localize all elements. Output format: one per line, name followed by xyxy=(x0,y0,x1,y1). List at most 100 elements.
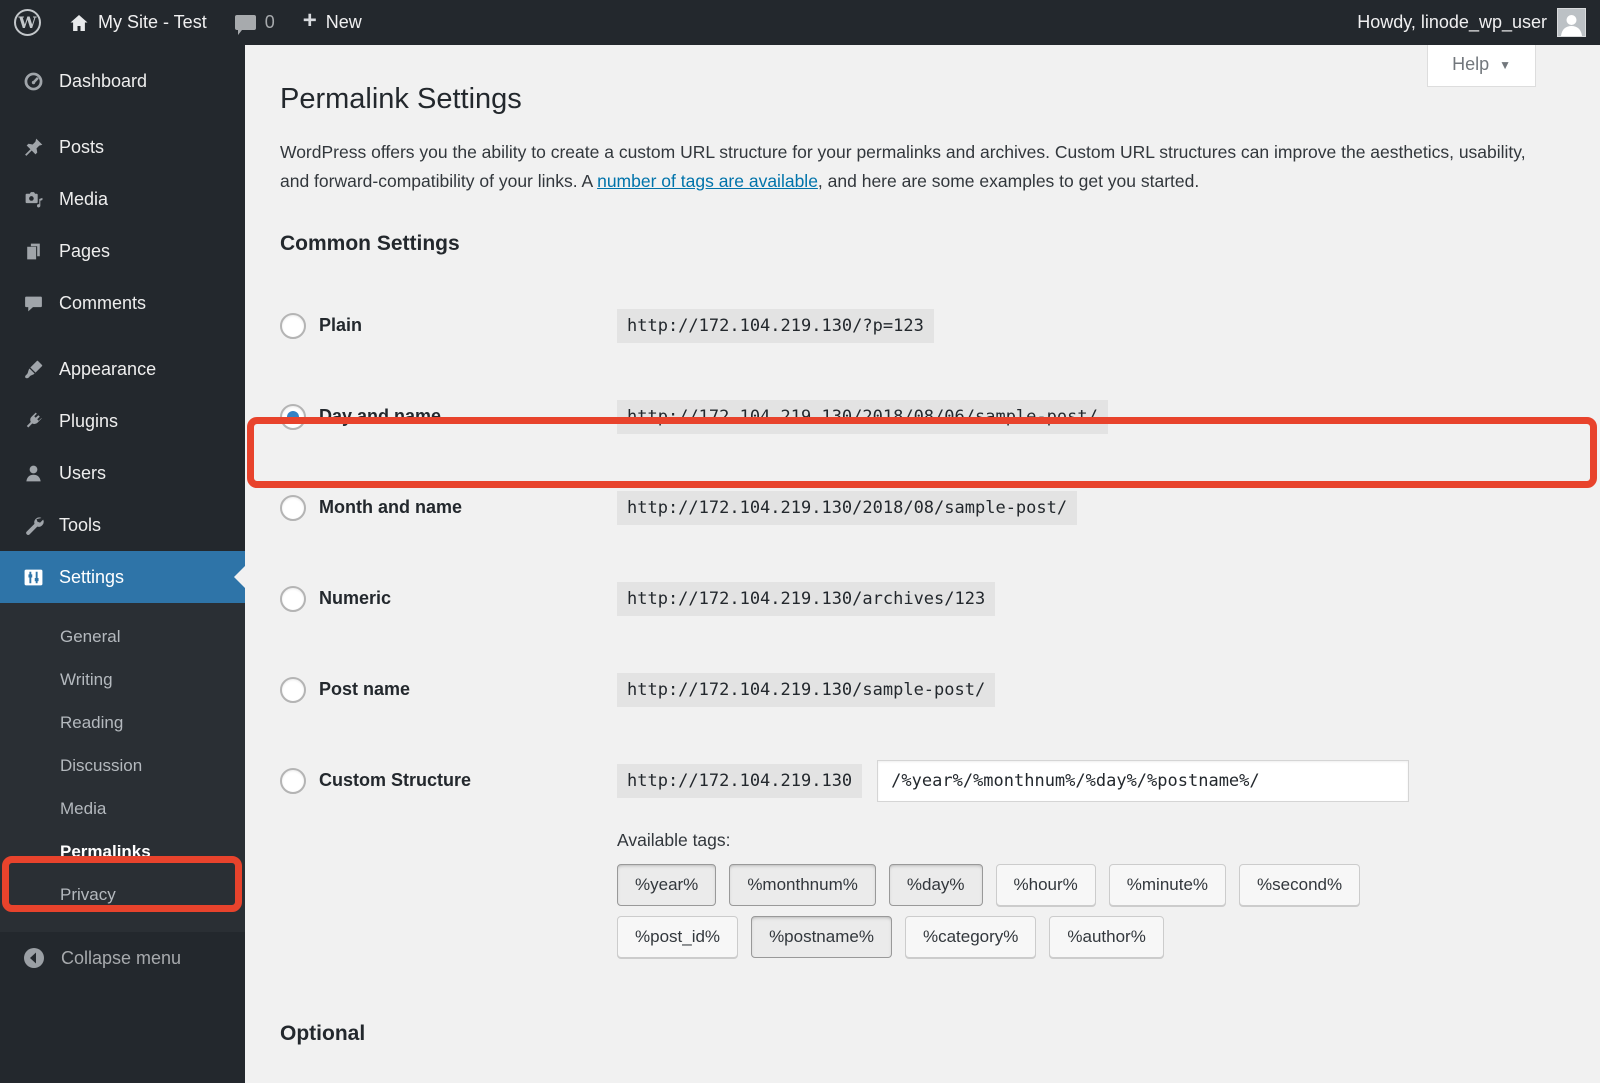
intro-text-post: , and here are some examples to get you … xyxy=(817,171,1200,191)
comment-bubble-icon xyxy=(234,15,256,35)
submenu-item-media[interactable]: Media xyxy=(0,787,245,830)
collapse-arrow-icon xyxy=(22,946,46,970)
collapse-menu-button[interactable]: Collapse menu xyxy=(0,932,245,984)
option-row-month-and-name: Month and name http://172.104.219.130/20… xyxy=(280,462,1576,553)
pages-icon xyxy=(22,241,44,262)
option-label[interactable]: Numeric xyxy=(319,588,391,609)
settings-icon xyxy=(22,567,44,588)
option-row-numeric: Numeric http://172.104.219.130/archives/… xyxy=(280,553,1576,644)
user-avatar[interactable] xyxy=(1557,8,1586,37)
media-icon xyxy=(22,189,44,210)
tags-row-2: %post_id% %postname% %category% %author% xyxy=(617,916,1576,958)
tag-button-post-id[interactable]: %post_id% xyxy=(617,916,739,958)
sidebar-item-posts[interactable]: Posts xyxy=(0,121,245,173)
site-name-label: My Site - Test xyxy=(98,12,207,32)
submenu-item-privacy[interactable]: Privacy xyxy=(0,873,245,916)
plugin-icon xyxy=(22,411,44,432)
submenu-item-writing[interactable]: Writing xyxy=(0,658,245,701)
sidebar-item-comments[interactable]: Comments xyxy=(0,277,245,329)
example-url: http://172.104.219.130/archives/123 xyxy=(617,581,996,616)
help-label: Help xyxy=(1452,54,1490,74)
tag-button-monthnum[interactable]: %monthnum% xyxy=(729,864,876,906)
caret-down-icon: ▼ xyxy=(1499,57,1511,72)
sidebar-item-label: Comments xyxy=(59,292,147,313)
example-url: http://172.104.219.130/?p=123 xyxy=(617,308,934,343)
example-url: http://172.104.219.130/2018/08/06/sample… xyxy=(617,399,1108,434)
admin-bar: W My Site - Test 0 + New Howdy, linode_w… xyxy=(0,0,1600,45)
submenu-item-general[interactable]: General xyxy=(0,615,245,658)
user-icon xyxy=(22,463,44,484)
option-label[interactable]: Day and name xyxy=(319,406,441,427)
sidebar-item-media[interactable]: Media xyxy=(0,173,245,225)
pushpin-icon xyxy=(22,137,44,158)
new-content-menu[interactable]: + New xyxy=(289,0,376,45)
submenu-item-permalinks[interactable]: Permalinks xyxy=(0,830,245,873)
main-content: Help ▼ Permalink Settings WordPress offe… xyxy=(245,45,1600,1083)
wp-logo-menu[interactable]: W xyxy=(0,0,55,45)
radio-custom-structure[interactable] xyxy=(280,767,306,794)
sidebar-item-appearance[interactable]: Appearance xyxy=(0,343,245,395)
comment-count: 0 xyxy=(264,12,275,32)
howdy-label[interactable]: Howdy, linode_wp_user xyxy=(1357,12,1547,33)
sidebar-item-label: Posts xyxy=(59,136,105,157)
option-row-day-and-name: Day and name http://172.104.219.130/2018… xyxy=(280,371,1576,462)
sidebar-item-settings[interactable]: Settings xyxy=(0,551,245,603)
option-row-post-name: Post name http://172.104.219.130/sample-… xyxy=(280,644,1576,735)
available-tags-label: Available tags: xyxy=(617,830,731,850)
settings-submenu: General Writing Reading Discussion Media… xyxy=(0,603,245,932)
sidebar-item-pages[interactable]: Pages xyxy=(0,225,245,277)
option-label[interactable]: Plain xyxy=(319,315,362,336)
radio-plain[interactable] xyxy=(280,312,306,339)
tag-button-hour[interactable]: %hour% xyxy=(995,864,1096,906)
radio-post-name[interactable] xyxy=(280,676,306,703)
sidebar-item-label: Plugins xyxy=(59,410,119,431)
radio-numeric[interactable] xyxy=(280,585,306,612)
tag-button-day[interactable]: %day% xyxy=(888,864,983,906)
site-name-menu[interactable]: My Site - Test xyxy=(55,0,221,45)
sidebar-item-tools[interactable]: Tools xyxy=(0,499,245,551)
option-label[interactable]: Month and name xyxy=(319,497,462,518)
option-row-plain: Plain http://172.104.219.130/?p=123 xyxy=(280,280,1576,371)
option-row-custom-structure: Custom Structure http://172.104.219.130 xyxy=(280,735,1576,826)
comments-menu[interactable]: 0 xyxy=(221,0,289,45)
sidebar-item-label: Users xyxy=(59,462,107,483)
comments-icon xyxy=(22,293,44,314)
tag-button-second[interactable]: %second% xyxy=(1239,864,1361,906)
example-url: http://172.104.219.130/2018/08/sample-po… xyxy=(617,490,1078,525)
tag-button-minute[interactable]: %minute% xyxy=(1108,864,1227,906)
tags-available-link[interactable]: number of tags are available xyxy=(597,171,818,191)
admin-sidebar: Dashboard Posts Media Pages Comments App… xyxy=(0,45,245,1083)
available-tags-section: Available tags: %year% %monthnum% %day% … xyxy=(617,830,1576,958)
sidebar-item-label: Settings xyxy=(59,566,125,587)
tag-button-postname[interactable]: %postname% xyxy=(751,916,892,958)
tag-button-author[interactable]: %author% xyxy=(1049,916,1164,958)
sidebar-item-dashboard[interactable]: Dashboard xyxy=(0,55,245,107)
plus-icon: + xyxy=(302,7,317,34)
submenu-item-reading[interactable]: Reading xyxy=(0,701,245,744)
intro-paragraph: WordPress offers you the ability to crea… xyxy=(280,138,1548,196)
wordpress-logo-icon: W xyxy=(14,9,41,36)
radio-day-and-name[interactable] xyxy=(280,403,306,430)
sidebar-item-plugins[interactable]: Plugins xyxy=(0,395,245,447)
tag-button-category[interactable]: %category% xyxy=(904,916,1037,958)
wrench-icon xyxy=(22,515,44,536)
custom-structure-url-prefix: http://172.104.219.130 xyxy=(617,763,863,798)
new-label: New xyxy=(325,12,362,32)
sidebar-item-label: Dashboard xyxy=(59,70,148,91)
radio-month-and-name[interactable] xyxy=(280,494,306,521)
help-dropdown[interactable]: Help ▼ xyxy=(1427,45,1536,87)
sidebar-item-label: Pages xyxy=(59,240,111,261)
paintbrush-icon xyxy=(22,359,44,380)
collapse-menu-label: Collapse menu xyxy=(61,947,182,968)
sidebar-item-label: Tools xyxy=(59,514,102,535)
tag-button-year[interactable]: %year% xyxy=(617,864,717,906)
custom-structure-input[interactable] xyxy=(877,759,1410,802)
permalink-options-table: Plain http://172.104.219.130/?p=123 Day … xyxy=(280,280,1576,826)
option-label[interactable]: Post name xyxy=(319,679,410,700)
common-settings-heading: Common Settings xyxy=(280,232,460,255)
dashboard-icon xyxy=(22,71,44,92)
tags-row-1: %year% %monthnum% %day% %hour% %minute% … xyxy=(617,864,1576,906)
option-label[interactable]: Custom Structure xyxy=(319,770,471,791)
submenu-item-discussion[interactable]: Discussion xyxy=(0,744,245,787)
sidebar-item-users[interactable]: Users xyxy=(0,447,245,499)
